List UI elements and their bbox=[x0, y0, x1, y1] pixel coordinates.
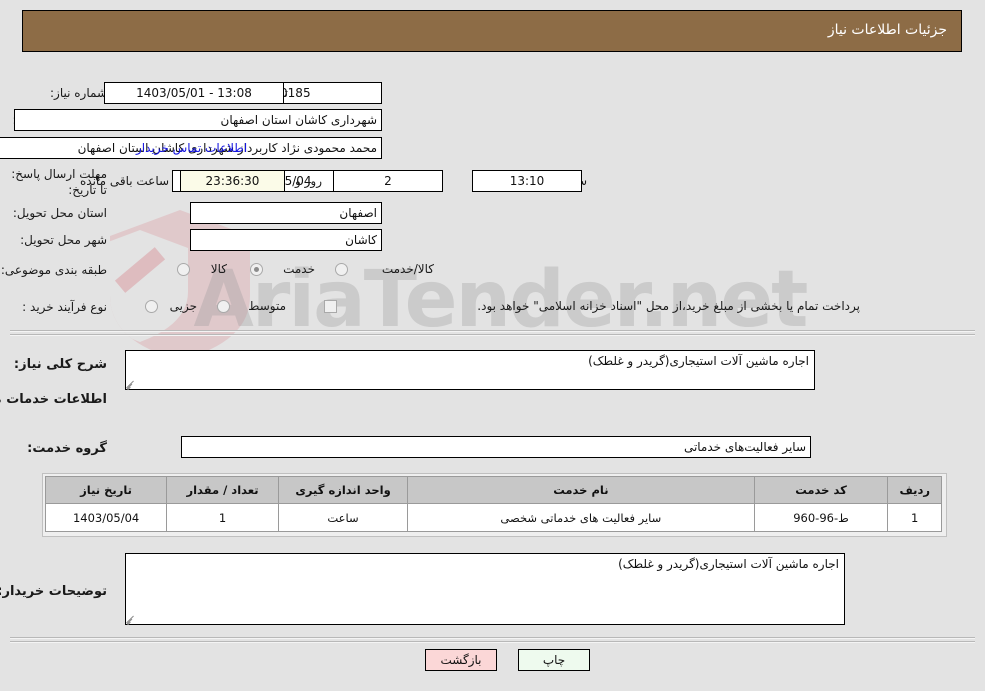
td-quantity: 1 bbox=[166, 503, 279, 532]
td-unit: ساعت bbox=[277, 503, 409, 532]
td-date: 1403/05/04 bbox=[44, 503, 168, 532]
province-label: استان محل تحویل: bbox=[12, 206, 107, 220]
back-button[interactable]: بازگشت bbox=[425, 649, 497, 671]
category-radio-kala-khedmat[interactable] bbox=[335, 263, 348, 276]
need-number-label: شماره نیاز: bbox=[50, 86, 107, 100]
process-radio-jozee[interactable] bbox=[145, 300, 158, 313]
treasury-bonds-checkbox[interactable] bbox=[324, 300, 337, 313]
category-option-label-2: کالا/خدمت bbox=[381, 262, 434, 276]
services-header: اطلاعات خدمات مورد نیاز bbox=[0, 392, 107, 407]
th-quantity: تعداد / مقدار bbox=[166, 476, 279, 504]
divider-bottom-2 bbox=[10, 641, 975, 643]
treasury-note: پرداخت تمام یا بخشی از مبلغ خرید،از محل … bbox=[477, 299, 860, 313]
table-header-row: ردیف کد خدمت نام خدمت واحد اندازه گیری ت… bbox=[44, 476, 942, 504]
window-titlebar: جزئیات اطلاعات نیاز bbox=[22, 10, 962, 52]
td-row: 1 bbox=[887, 503, 942, 532]
services-table: ردیف کد خدمت نام خدمت واحد اندازه گیری ت… bbox=[44, 476, 942, 532]
buyer-notes-textarea[interactable]: اجاره ماشین آلات استیجاری(گریدر و غلطک) bbox=[125, 553, 845, 625]
td-code: ط-96-960 bbox=[753, 503, 889, 532]
divider-top bbox=[10, 330, 975, 332]
announce-value: 13:08 - 1403/05/01 bbox=[104, 82, 284, 104]
process-label: نوع فرآیند خرید : bbox=[22, 300, 107, 314]
buyer-contact-link[interactable]: اطلاعات تماس خریدار bbox=[136, 141, 247, 155]
summary-textarea[interactable]: اجاره ماشین آلات استیجاری(گریدر و غلطک) bbox=[125, 350, 815, 390]
process-radio-motevaset[interactable] bbox=[217, 300, 230, 313]
th-name: نام خدمت bbox=[407, 476, 755, 504]
buyer-org-value: شهرداری کاشان استان اصفهان bbox=[14, 109, 382, 131]
countdown-label: ساعت باقی مانده bbox=[80, 174, 170, 188]
td-name: سایر فعالیت های خدماتی شخصی bbox=[407, 503, 755, 532]
province-value: اصفهان bbox=[190, 202, 382, 224]
city-value: کاشان bbox=[190, 229, 382, 251]
divider-bottom bbox=[10, 637, 975, 639]
process-option-label-1: متوسط bbox=[248, 299, 286, 313]
th-row: ردیف bbox=[887, 476, 942, 504]
service-group-label: گروه خدمت: bbox=[27, 441, 107, 456]
table-row: 1 ط-96-960 سایر فعالیت های خدماتی شخصی س… bbox=[44, 503, 942, 532]
category-label: طبقه بندی موضوعی: bbox=[0, 263, 107, 277]
city-label: شهر محل تحویل: bbox=[20, 233, 107, 247]
service-group-value: سایر فعالیت‌های خدماتی bbox=[181, 436, 811, 458]
summary-label: شرح کلی نیاز: bbox=[13, 357, 107, 372]
page-title: جزئیات اطلاعات نیاز bbox=[827, 22, 947, 38]
print-button[interactable]: چاپ bbox=[518, 649, 590, 671]
need-details-page: AriaTender.net جزئیات اطلاعات نیاز شماره… bbox=[0, 0, 985, 691]
category-radio-khedmat[interactable] bbox=[250, 263, 263, 276]
th-code: کد خدمت bbox=[753, 476, 889, 504]
th-date: تاریخ نیاز bbox=[44, 476, 168, 504]
th-unit: واحد اندازه گیری bbox=[277, 476, 409, 504]
category-option-label-1: خدمت bbox=[283, 262, 315, 276]
process-option-label-0: جزیی bbox=[169, 299, 197, 313]
days-label: روز و bbox=[295, 174, 322, 188]
countdown-value: 23:36:30 bbox=[180, 170, 285, 192]
category-radio-kala[interactable] bbox=[177, 263, 190, 276]
days-value: 2 bbox=[333, 170, 443, 192]
category-option-label-0: کالا bbox=[210, 262, 227, 276]
divider-top-2 bbox=[10, 334, 975, 336]
buyer-notes-label: توضیحات خریدار: bbox=[0, 584, 107, 599]
hour-value: 13:10 bbox=[472, 170, 582, 192]
